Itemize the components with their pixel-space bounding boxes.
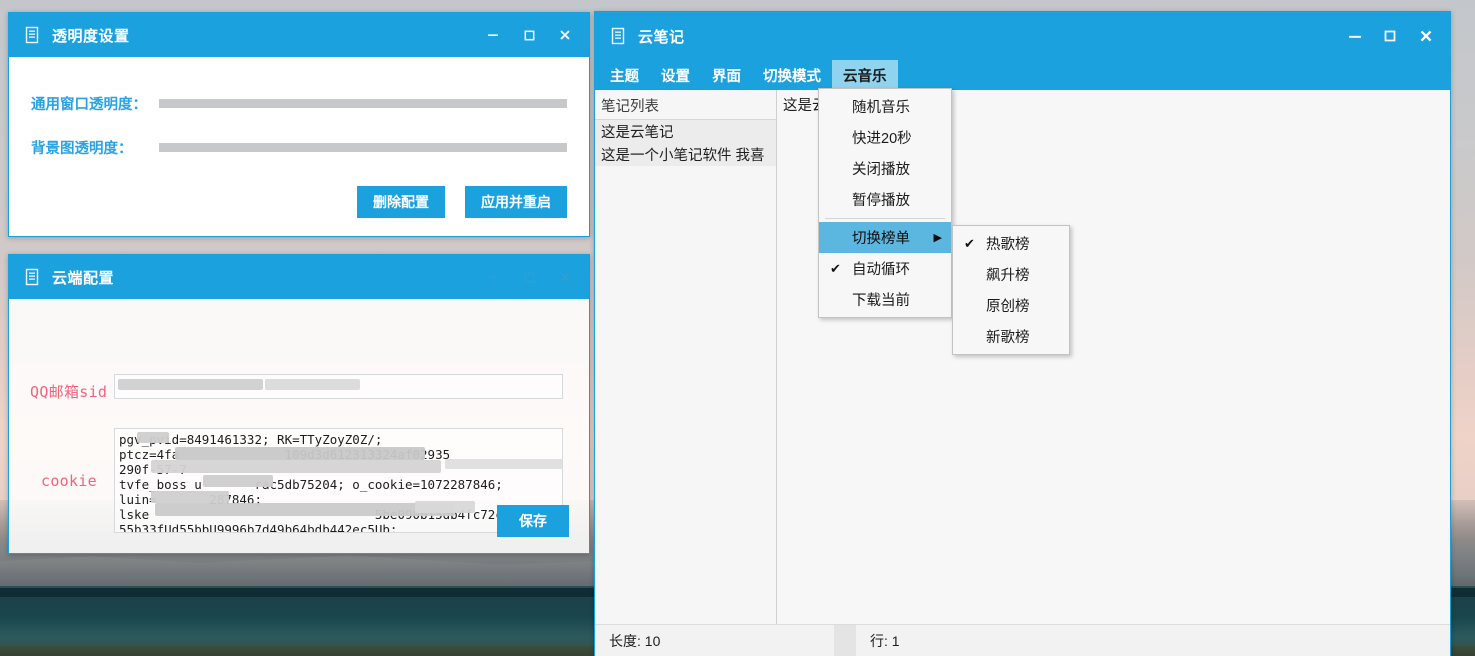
menu-item-label: 随机音乐 [852,96,951,117]
menu-new-songs[interactable]: 新歌榜 [953,321,1069,352]
close-button[interactable] [547,262,583,292]
cloud-config-body: QQ邮箱sid cookie pgv_pvid=8491461332; RK=T… [9,299,589,553]
menu-download-current[interactable]: 下载当前 [819,284,951,315]
menu-item-label: 快进20秒 [852,127,951,148]
minimize-button[interactable] [1336,21,1372,51]
menu-pause-play[interactable]: 暂停播放 [819,184,951,215]
cookie-label: cookie [41,472,97,490]
menu-auto-loop[interactable]: ✔自动循环 [819,253,951,284]
menu-hot-songs[interactable]: ✔热歌榜 [953,228,1069,259]
cookie-field[interactable]: pgv_pvid=8491461332; RK=TTyZoyZ0Z/; ptcz… [114,428,563,533]
menu-theme[interactable]: 主题 [599,60,650,90]
transparency-titlebar: 透明度设置 [9,13,589,57]
transparency-body: 通用窗口透明度： 背景图透明度： 删除配置 应用并重启 [9,57,589,236]
menu-item-label: 自动循环 [852,258,951,279]
menu-item-label: 热歌榜 [986,233,1069,254]
cloud-music-dropdown: 随机音乐快进20秒关闭播放暂停播放切换榜单▶✔自动循环下载当前 [818,88,952,318]
menu-original[interactable]: 原创榜 [953,290,1069,321]
cloud-config-window: 云端配置 QQ邮箱sid cookie pgv_pvid=8491461332;… [8,254,590,554]
menu-separator [825,218,945,219]
status-divider [834,625,856,656]
menu-item-label: 原创榜 [986,295,1069,316]
minimize-button[interactable] [475,262,511,292]
background-opacity-label: 背景图透明度： [9,137,159,158]
document-icon [23,26,41,44]
menu-item-label: 飙升榜 [986,264,1069,285]
note-list-panel: 笔记列表 这是云笔记 这是一个小笔记软件 我喜 [595,90,777,624]
menu-stop-play[interactable]: 关闭播放 [819,153,951,184]
window-opacity-label: 通用窗口透明度： [9,93,159,114]
apply-restart-button[interactable]: 应用并重启 [465,186,567,218]
menu-switch-mode[interactable]: 切换模式 [752,60,832,90]
minimize-button[interactable] [475,20,511,50]
maximize-button[interactable] [511,262,547,292]
transparency-settings-window: 透明度设置 通用窗口透明度： 背景图透明度： 删除配置 应用并重启 [8,12,590,237]
rank-submenu-dropdown: ✔热歌榜飙升榜原创榜新歌榜 [952,225,1070,355]
list-item[interactable]: 这是一个小笔记软件 我喜 [595,143,776,166]
notes-content-area: 笔记列表 这是云笔记 这是一个小笔记软件 我喜 这是云 [595,90,1450,624]
delete-config-button[interactable]: 删除配置 [357,186,445,218]
status-length: 长度: 10 [595,631,834,651]
menu-switch-chart[interactable]: 切换榜单▶ [819,222,951,253]
notes-menubar: 主题设置界面切换模式云音乐 [595,60,1450,90]
note-list-header: 笔记列表 [595,90,776,120]
menu-item-label: 关闭播放 [852,158,951,179]
menu-item-label: 切换榜单 [852,227,934,248]
transparency-button-row: 删除配置 应用并重启 [357,186,567,218]
window-opacity-row: 通用窗口透明度： [9,93,589,114]
close-button[interactable] [547,20,583,50]
background-opacity-row: 背景图透明度： [9,137,589,158]
menu-item-label: 暂停播放 [852,189,951,210]
cloud-save-button[interactable]: 保存 [497,505,569,537]
menu-settings[interactable]: 设置 [650,60,701,90]
notes-titlebar: 云笔记 [595,12,1450,60]
status-line: 行: 1 [856,631,900,651]
cloud-config-window-title: 云端配置 [52,267,114,288]
document-icon [23,268,41,286]
menu-rising[interactable]: 飙升榜 [953,259,1069,290]
document-icon [609,27,627,45]
close-button[interactable] [1408,21,1444,51]
qq-sid-field[interactable] [114,374,563,399]
menu-random-music[interactable]: 随机音乐 [819,91,951,122]
notes-window-title: 云笔记 [638,26,685,47]
maximize-button[interactable] [1372,21,1408,51]
cloud-config-titlebar: 云端配置 [9,255,589,299]
maximize-button[interactable] [511,20,547,50]
menu-cloud-music[interactable]: 云音乐 [832,60,898,90]
qq-sid-label: QQ邮箱sid [30,381,107,402]
transparency-window-title: 透明度设置 [52,25,130,46]
menu-item-label: 下载当前 [852,289,951,310]
chevron-right-icon: ▶ [934,231,951,244]
check-icon: ✔ [953,236,986,252]
menu-item-label: 新歌榜 [986,326,1069,347]
background-opacity-slider[interactable] [159,143,567,152]
check-icon: ✔ [819,261,852,277]
notes-statusbar: 长度: 10 行: 1 [595,624,1450,656]
list-item[interactable]: 这是云笔记 [595,120,776,143]
menu-interface[interactable]: 界面 [701,60,752,90]
window-opacity-slider[interactable] [159,99,567,108]
menu-forward-20s[interactable]: 快进20秒 [819,122,951,153]
